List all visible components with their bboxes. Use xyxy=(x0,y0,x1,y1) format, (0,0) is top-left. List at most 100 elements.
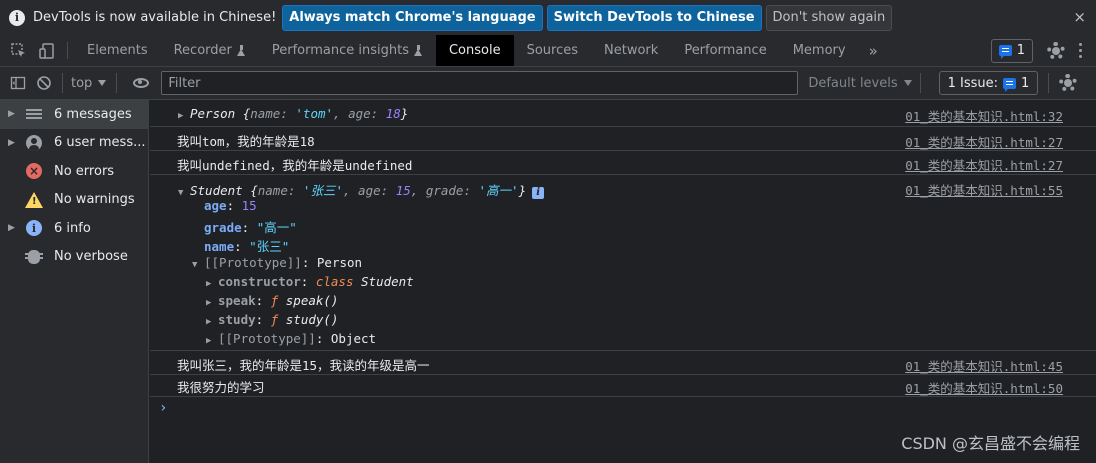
issues-counter-button[interactable]: 1 xyxy=(990,38,1033,63)
console-settings-gear-icon[interactable] xyxy=(1059,74,1078,92)
tree-prop-study[interactable]: ▶ study: ƒ study() xyxy=(206,312,338,327)
tab-sources[interactable]: Sources xyxy=(514,35,591,66)
main-toolbar: Elements Recorder Performance insights C… xyxy=(0,35,1096,67)
source-link[interactable]: 01_类的基本知识.html:27 xyxy=(905,132,1063,151)
issues-button[interactable]: 1 Issue: 1 xyxy=(938,71,1039,95)
brace: } xyxy=(518,183,527,198)
expand-triangle-icon[interactable]: ▼ xyxy=(178,188,190,198)
prop-key: grade xyxy=(425,183,464,198)
context-label: top xyxy=(71,75,93,91)
console-message: ▼ Student {name: '张三', age: 15, grade: '高… xyxy=(150,175,1096,351)
list-icon xyxy=(24,106,44,122)
clear-console-icon[interactable] xyxy=(32,71,56,95)
info-icon[interactable]: i xyxy=(532,187,545,199)
tree-prop-constructor[interactable]: ▶ constructor: class Student xyxy=(206,274,414,289)
sidebar-item-info[interactable]: ▶ i 6 info xyxy=(0,214,148,243)
console-prompt-chevron-icon[interactable]: › xyxy=(159,400,167,416)
prop-value: 18 xyxy=(385,106,401,121)
prop-key: age xyxy=(358,183,381,198)
tree-prop-speak[interactable]: ▶ speak: ƒ speak() xyxy=(206,293,338,308)
issues-count: 1 xyxy=(1021,75,1030,91)
expand-triangle-icon[interactable]: ▶ xyxy=(206,317,218,327)
tree-prototype[interactable]: ▼ [[Prototype]]: Person xyxy=(192,255,362,270)
expand-triangle-icon[interactable]: ▶ xyxy=(8,138,22,148)
expand-triangle-icon[interactable]: ▶ xyxy=(8,223,22,233)
warning-icon: ! xyxy=(24,191,44,208)
tab-label: Elements xyxy=(87,43,148,58)
prop-key: age xyxy=(348,106,371,121)
live-expression-eye-icon[interactable] xyxy=(129,71,153,95)
bug-icon xyxy=(24,249,44,265)
object-preview[interactable]: ▶ Person {name: 'tom', age: 18} xyxy=(178,106,408,121)
close-infobar-icon[interactable]: × xyxy=(1073,8,1086,26)
source-link[interactable]: 01_类的基本知识.html:45 xyxy=(905,356,1063,375)
tab-performance[interactable]: Performance xyxy=(671,35,779,66)
object-preview[interactable]: ▼ Student {name: '张三', age: 15, grade: '高… xyxy=(178,180,545,199)
context-selector[interactable]: top xyxy=(71,75,107,91)
toolbar-divider xyxy=(62,73,63,93)
switch-to-chinese-button[interactable]: Switch DevTools to Chinese xyxy=(546,4,762,31)
tab-label: Network xyxy=(604,43,659,58)
chevron-down-icon xyxy=(903,80,912,86)
sidebar-item-messages[interactable]: ▶ 6 messages xyxy=(0,100,148,129)
source-link[interactable]: 01_类的基本知识.html:27 xyxy=(905,155,1063,174)
sidebar-item-label: No warnings xyxy=(54,192,135,208)
brace: } xyxy=(400,106,409,121)
source-link[interactable]: 01_类的基本知识.html:32 xyxy=(905,106,1063,125)
sidebar-item-verbose[interactable]: No verbose xyxy=(0,243,148,272)
tab-memory[interactable]: Memory xyxy=(780,35,859,66)
issues-count: 1 xyxy=(1016,43,1025,58)
user-icon xyxy=(24,134,44,151)
message-icon xyxy=(1003,77,1017,92)
toolbar-divider xyxy=(116,73,118,93)
more-options-icon[interactable] xyxy=(1079,43,1082,58)
tab-elements[interactable]: Elements xyxy=(74,35,161,66)
toolbar-divider xyxy=(919,73,921,93)
tab-performance-insights[interactable]: Performance insights xyxy=(259,35,436,66)
flask-icon xyxy=(413,45,423,56)
filter-input[interactable] xyxy=(161,71,799,95)
expand-triangle-icon[interactable]: ▶ xyxy=(8,109,22,119)
toolbar-divider xyxy=(67,42,68,59)
expand-triangle-icon[interactable]: ▶ xyxy=(206,279,218,289)
source-link[interactable]: 01_类的基本知识.html:55 xyxy=(905,180,1063,199)
expand-triangle-icon[interactable]: ▶ xyxy=(178,111,190,121)
sidebar-item-user-messages[interactable]: ▶ 6 user mess... xyxy=(0,129,148,158)
tab-label: Recorder xyxy=(173,43,232,58)
more-tabs-chevron-icon[interactable]: » xyxy=(859,35,888,66)
tree-prototype-object[interactable]: ▶ [[Prototype]]: Object xyxy=(206,331,376,346)
toolbar-divider xyxy=(1048,73,1050,93)
prop-key: name xyxy=(257,183,288,198)
tab-label: Console xyxy=(448,43,501,58)
dont-show-again-button[interactable]: Don't show again xyxy=(765,4,893,31)
info-icon: i xyxy=(24,220,44,237)
levels-label: Default levels xyxy=(808,75,898,91)
message-text: 我叫tom，我的年龄是18 xyxy=(177,134,315,149)
sidebar-item-warnings[interactable]: ! No warnings xyxy=(0,186,148,215)
tab-recorder[interactable]: Recorder xyxy=(161,35,259,66)
prop-value: 'tom' xyxy=(295,106,334,121)
language-infobar: i DevTools is now available in Chinese! … xyxy=(0,0,1096,35)
infobar-message: DevTools is now available in Chinese! xyxy=(33,10,277,25)
expand-triangle-icon[interactable]: ▶ xyxy=(206,336,218,346)
message-text: 我叫undefined，我的年龄是undefined xyxy=(177,158,413,173)
console-message: 我叫张三，我的年龄是15，我读的年级是高一 01_类的基本知识.html:45 xyxy=(150,351,1096,375)
settings-gear-icon[interactable] xyxy=(1047,41,1065,60)
expand-triangle-icon[interactable]: ▼ xyxy=(192,260,204,270)
issues-label: 1 Issue: xyxy=(947,75,999,91)
always-match-language-button[interactable]: Always match Chrome's language xyxy=(282,4,543,31)
sidebar-item-label: No errors xyxy=(54,163,115,179)
tab-label: Performance insights xyxy=(271,43,409,58)
sidebar-item-label: 6 user mess... xyxy=(54,135,146,151)
source-link[interactable]: 01_类的基本知识.html:50 xyxy=(905,378,1063,397)
tab-network[interactable]: Network xyxy=(591,35,671,66)
log-levels-dropdown[interactable]: Default levels xyxy=(808,75,912,91)
device-toolbar-icon[interactable] xyxy=(33,35,61,66)
expand-triangle-icon[interactable]: ▶ xyxy=(206,298,218,308)
tab-console[interactable]: Console xyxy=(435,35,514,66)
sidebar-item-errors[interactable]: × No errors xyxy=(0,157,148,186)
tree-prop-name: name: "张三" xyxy=(204,239,290,254)
toggle-sidebar-icon[interactable] xyxy=(6,71,30,95)
message-icon xyxy=(998,45,1012,59)
inspect-element-icon[interactable] xyxy=(5,35,33,66)
